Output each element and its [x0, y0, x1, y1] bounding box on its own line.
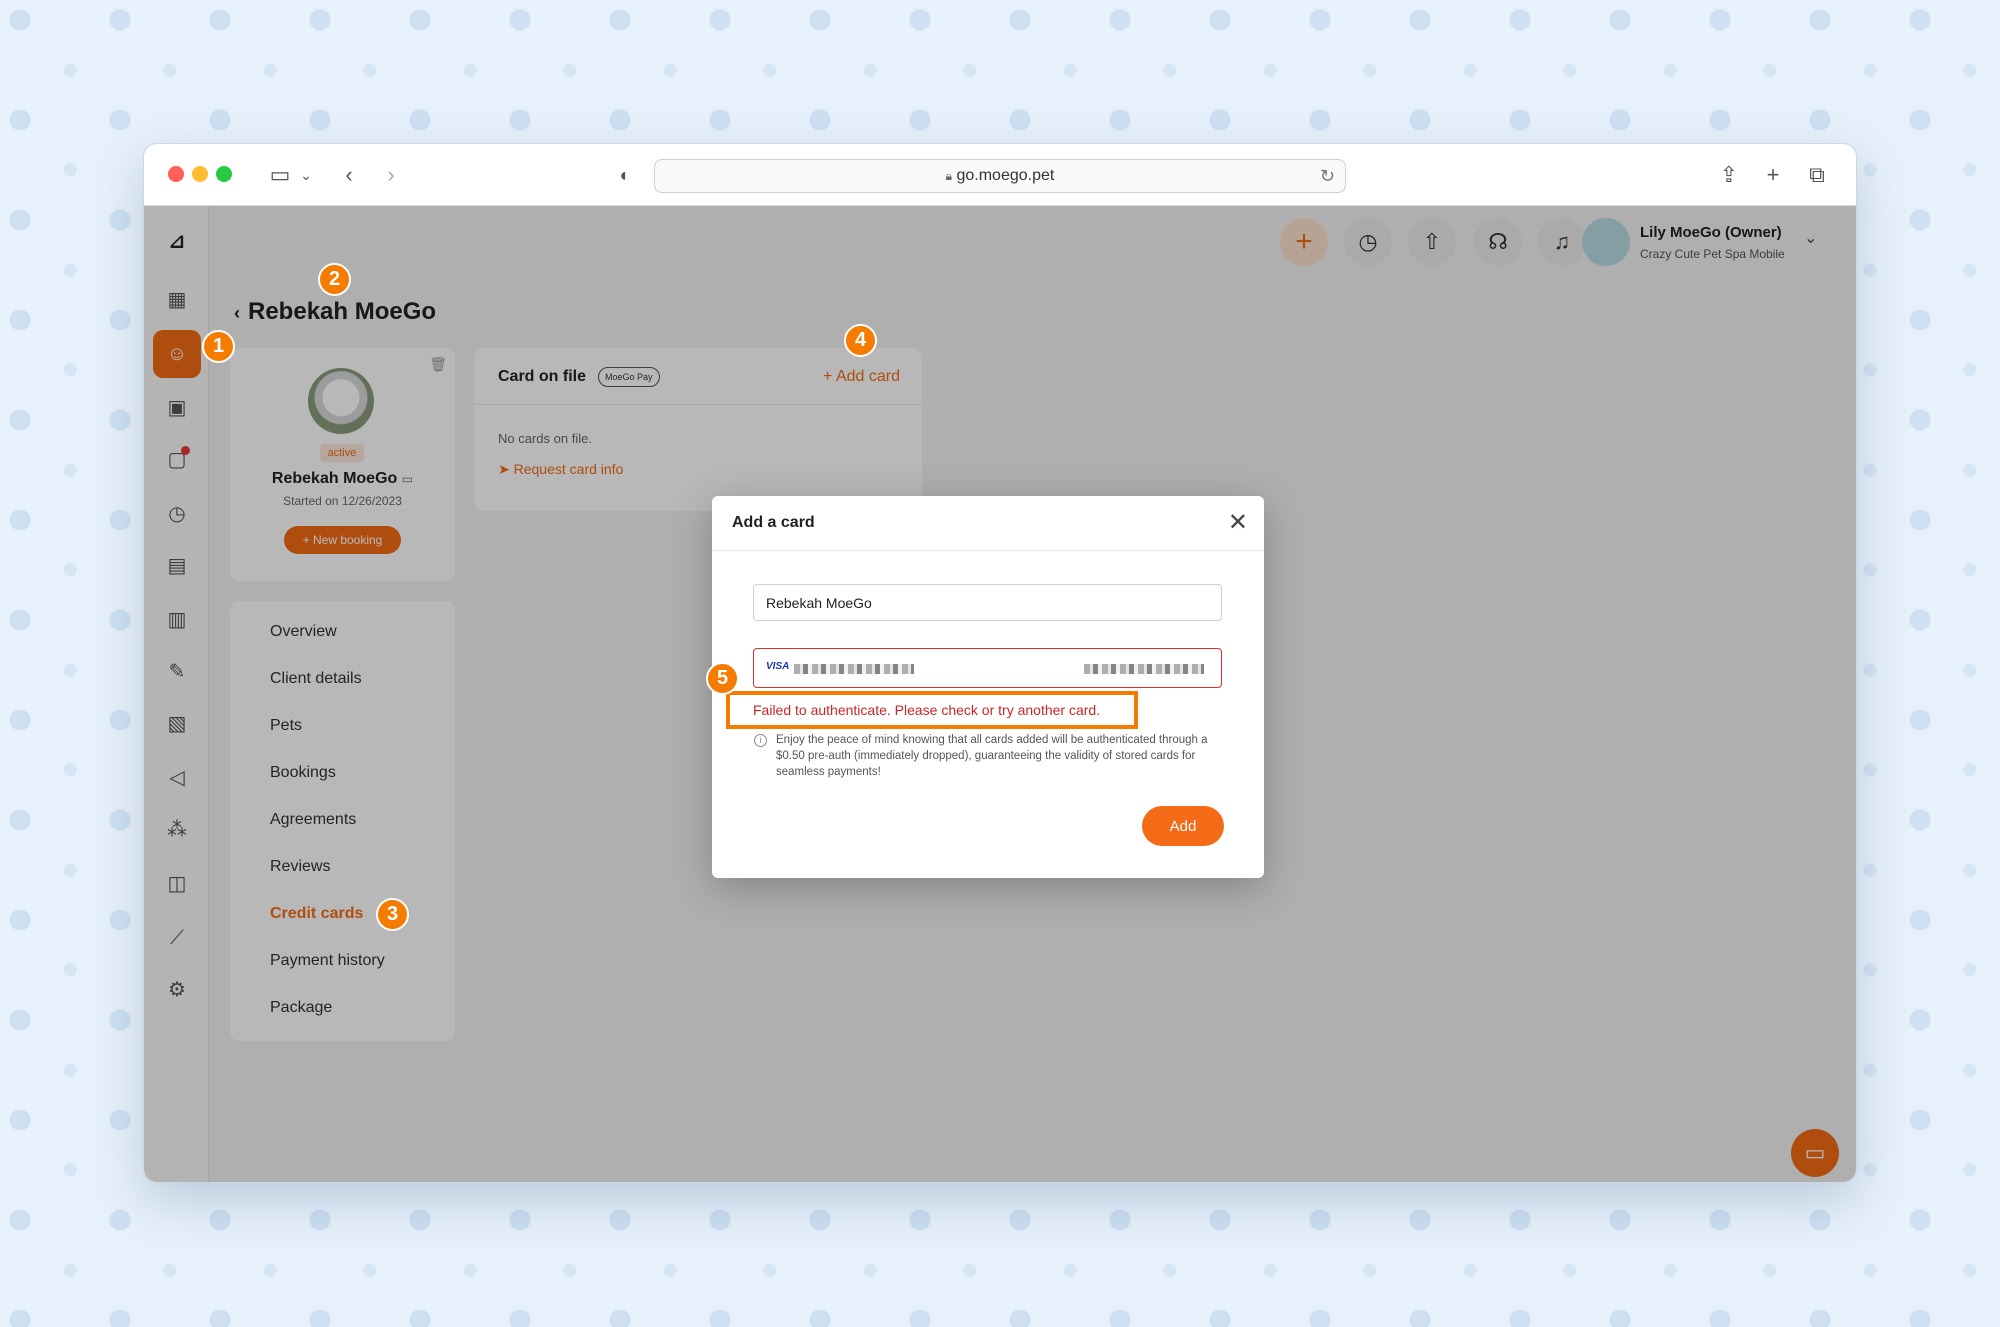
card-number-input[interactable]: VISA [753, 648, 1222, 688]
forward-arrow-icon[interactable]: › [376, 158, 406, 192]
step-marker-1: 1 [202, 330, 235, 363]
preauth-info-text: Enjoy the peace of mind knowing that all… [776, 734, 1208, 778]
cardholder-name-input[interactable] [753, 584, 1222, 621]
close-icon[interactable]: ✕ [1228, 508, 1248, 537]
url-text: go.moego.pet [956, 167, 1055, 184]
step-marker-2: 2 [318, 263, 351, 296]
step-marker-3: 3 [376, 898, 409, 931]
visa-icon: VISA [766, 661, 790, 672]
info-icon: i [754, 734, 767, 747]
add-card-modal: Add a card ✕ VISA Failed to authenticate… [712, 496, 1264, 878]
tabs-overview-icon[interactable]: ⧉ [1802, 158, 1832, 192]
share-icon[interactable]: ⇪ [1714, 158, 1744, 192]
card-number-masked [794, 664, 914, 674]
modal-title: Add a card [732, 514, 815, 531]
shield-icon[interactable]: ◐ [610, 158, 640, 192]
minimize-window-button[interactable] [192, 166, 208, 182]
step-marker-5: 5 [706, 662, 739, 695]
chevron-down-icon[interactable]: ⌄ [296, 158, 316, 192]
browser-window: ▭ ⌄ ‹ › ◐ 🔒︎ go.moego.pet ↻ ⇪ + ⧉ ⊿ ▦ ☺ … [143, 143, 1857, 1183]
reload-icon[interactable]: ↻ [1320, 160, 1335, 192]
divider [712, 550, 1264, 551]
add-button[interactable]: Add [1142, 806, 1224, 846]
new-tab-icon[interactable]: + [1758, 158, 1788, 192]
card-expiry-masked [1084, 664, 1204, 674]
maximize-window-button[interactable] [216, 166, 232, 182]
sidebar-toggle-icon[interactable]: ▭ [260, 158, 300, 192]
step-marker-4: 4 [844, 324, 877, 357]
close-window-button[interactable] [168, 166, 184, 182]
card-error-message: Failed to authenticate. Please check or … [753, 702, 1101, 718]
back-arrow-icon[interactable]: ‹ [334, 158, 364, 192]
address-bar[interactable]: 🔒︎ go.moego.pet ↻ [654, 159, 1346, 193]
browser-titlebar: ▭ ⌄ ‹ › ◐ 🔒︎ go.moego.pet ↻ ⇪ + ⧉ [144, 144, 1856, 206]
lock-icon: 🔒︎ [945, 169, 953, 183]
